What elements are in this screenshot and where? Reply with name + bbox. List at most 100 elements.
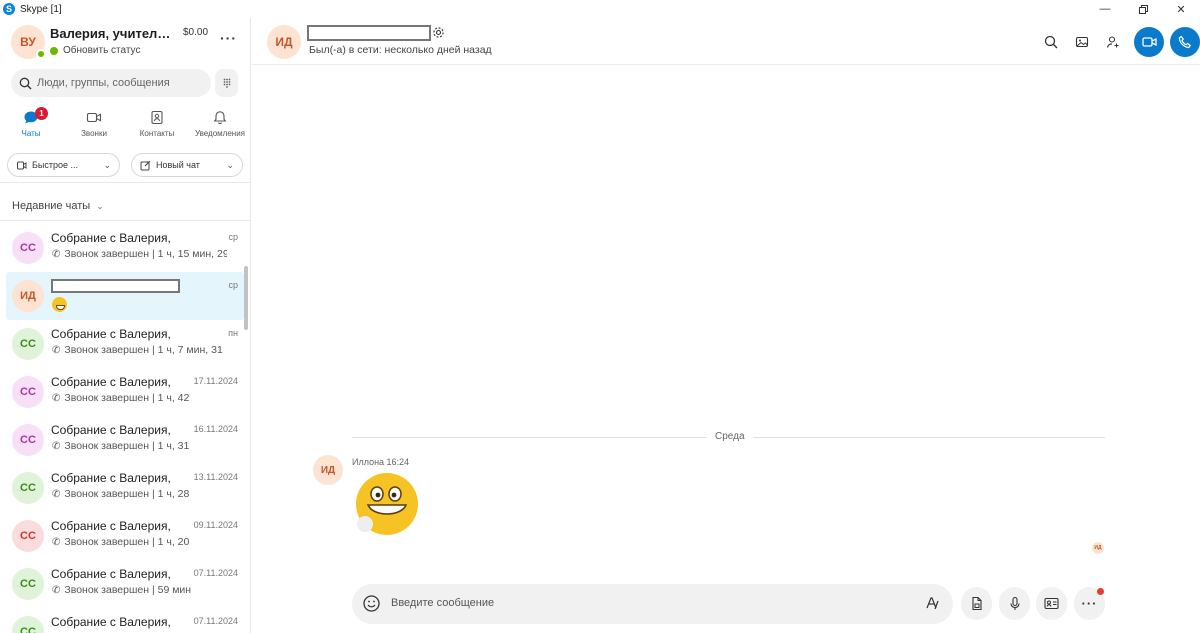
- tab-calls-label: Звонки: [81, 129, 107, 138]
- chat-list-item[interactable]: СС Собрание с Валерия, 07.11.2024: [6, 608, 244, 633]
- divider: [0, 220, 251, 221]
- contact-avatar[interactable]: ИД: [267, 25, 301, 59]
- notification-dot: [1097, 588, 1104, 595]
- chat-date: 09.11.2024: [193, 520, 238, 530]
- chat-last-message-text: Звонок завершен | 59 мин: [64, 584, 192, 596]
- chat-date: 07.11.2024: [193, 568, 238, 578]
- profile-balance[interactable]: $0.00: [183, 27, 208, 38]
- chat-avatar: СС: [12, 424, 44, 456]
- message-sender-avatar[interactable]: ИД: [313, 455, 343, 485]
- message-composer[interactable]: Введите сообщение: [352, 584, 953, 624]
- chat-list-scrollbar[interactable]: [244, 266, 248, 330]
- search-icon: [19, 77, 32, 89]
- profile-name[interactable]: Валерия, учитель м...: [50, 26, 175, 41]
- maximize-button[interactable]: [1124, 0, 1162, 18]
- chat-name: Собрание с Валерия,: [51, 375, 171, 389]
- phone-icon: ✆: [52, 440, 61, 452]
- skype-window: S Skype [1] — ✕ ВУ Валерия, учитель м...…: [0, 0, 1200, 633]
- quick-call-icon: [17, 161, 27, 169]
- phone-icon: ✆: [52, 584, 61, 596]
- chat-avatar: СС: [12, 568, 44, 600]
- share-contact-button[interactable]: [1036, 587, 1067, 620]
- video-camera-icon: [1141, 37, 1157, 47]
- chat-last-message: ✆ Звонок завершен | 1 ч, 31: [52, 440, 227, 452]
- tab-calls[interactable]: Звонки: [64, 110, 124, 138]
- chat-date: 17.11.2024: [193, 376, 238, 386]
- chat-list-item[interactable]: СС Собрание с Валерия, 07.11.2024 ✆ Звоно…: [6, 560, 244, 608]
- minimize-button[interactable]: —: [1086, 0, 1124, 18]
- chats-unread-badge: 1: [35, 107, 48, 120]
- profile-header[interactable]: ВУ Валерия, учитель м... $0.00 Обновить …: [0, 18, 251, 66]
- divider: [0, 182, 251, 183]
- emoji-picker-icon[interactable]: [362, 594, 381, 613]
- gallery-icon: [1075, 36, 1088, 48]
- chat-list-item[interactable]: СС Собрание с Валерия, 16.11.2024 ✆ Звоно…: [6, 416, 244, 464]
- search-icon: [1044, 35, 1057, 49]
- update-status-link[interactable]: Обновить статус: [63, 45, 140, 56]
- tab-contacts[interactable]: Контакты: [127, 110, 187, 138]
- chat-name: Собрание с Валерия,: [51, 327, 171, 341]
- tab-notifications[interactable]: Уведомления: [190, 110, 250, 138]
- chevron-down-icon: ⌄: [96, 201, 104, 211]
- phone-icon: ✆: [52, 248, 61, 260]
- chat-date: 13.11.2024: [193, 472, 238, 482]
- chat-name: Собрание с Валерия,: [51, 471, 171, 485]
- chat-list-item[interactable]: СС Собрание с Валерия, 17.11.2024 ✆ Звоно…: [6, 368, 244, 416]
- nav-tabs: 1 Чаты Звонки Контакты Уведомления: [0, 107, 251, 146]
- chat-last-message-text: Звонок завершен | 1 ч, 28: [64, 488, 190, 500]
- window-controls: — ✕: [1086, 0, 1200, 18]
- quick-call-button[interactable]: Быстрое ... ⌄: [7, 153, 120, 177]
- chat-avatar: СС: [12, 376, 44, 408]
- recent-chats-title: Недавние чаты: [12, 200, 91, 212]
- contacts-icon: [151, 110, 163, 125]
- chat-list-item[interactable]: СС Собрание с Валерия, пн ✆ Звонок заверш…: [6, 320, 244, 368]
- new-chat-button[interactable]: Новый чат ⌄: [131, 153, 243, 177]
- conversation-header: ИД Был(-а) в сети: несколько дней назад: [252, 18, 1200, 65]
- phone-icon: ✆: [52, 344, 61, 356]
- chevron-down-icon: ⌄: [103, 159, 111, 170]
- chat-last-message-text: Звонок завершен | 1 ч, 42: [64, 392, 190, 404]
- chat-last-message: ✆ Звонок завершен | 1 ч, 42: [52, 392, 227, 404]
- chat-list-item[interactable]: СС Собрание с Валерия, ср ✆ Звонок заверш…: [6, 224, 244, 272]
- recent-chats-header[interactable]: Недавние чаты ⌄: [12, 200, 104, 212]
- voice-message-button[interactable]: [999, 587, 1030, 620]
- chat-list-item-selected[interactable]: ИД ср: [6, 272, 244, 320]
- add-people-button[interactable]: [1097, 27, 1128, 57]
- dialpad-icon: [223, 78, 230, 88]
- dialpad-button[interactable]: [215, 69, 238, 97]
- search-conversation-button[interactable]: [1035, 27, 1066, 57]
- redacted-contact-name: [307, 25, 431, 41]
- quick-call-label: Быстрое ...: [32, 160, 79, 170]
- tab-notifications-label: Уведомления: [194, 129, 246, 138]
- chat-last-message-text: Звонок завершен | 1 ч, 31: [64, 440, 190, 452]
- message-meta: Иллона 16:24: [352, 457, 410, 467]
- restore-icon: [1138, 4, 1148, 14]
- tab-chats[interactable]: 1 Чаты: [1, 107, 61, 138]
- redacted-name: [51, 279, 180, 293]
- chat-name: Собрание с Валерия,: [51, 519, 171, 533]
- chat-avatar: СС: [12, 472, 44, 504]
- chat-list-item[interactable]: СС Собрание с Валерия, 09.11.2024 ✆ Звоно…: [6, 512, 244, 560]
- close-button[interactable]: ✕: [1162, 0, 1200, 18]
- search-input[interactable]: Люди, группы, сообщения: [11, 69, 211, 97]
- title-bar: S Skype [1] — ✕: [0, 0, 1200, 18]
- text-format-icon[interactable]: [924, 595, 940, 611]
- video-call-button[interactable]: [1134, 27, 1164, 57]
- skype-logo-icon: S: [3, 3, 15, 15]
- conversation-pane: ИД Был(-а) в сети: несколько дней назад: [252, 18, 1200, 633]
- gear-icon[interactable]: [432, 26, 445, 39]
- phone-icon: ✆: [52, 392, 61, 404]
- chat-list-item[interactable]: СС Собрание с Валерия, 13.11.2024 ✆ Звоно…: [6, 464, 244, 512]
- contact-card-icon: [1044, 597, 1059, 610]
- message-input[interactable]: Введите сообщение: [391, 597, 494, 609]
- audio-call-button[interactable]: [1170, 27, 1200, 57]
- chat-avatar: СС: [12, 328, 44, 360]
- add-user-icon: [1106, 36, 1118, 48]
- gallery-button[interactable]: [1066, 27, 1097, 57]
- sidebar: ВУ Валерия, учитель м... $0.00 Обновить …: [0, 18, 251, 633]
- attach-file-button[interactable]: [961, 587, 992, 620]
- chat-last-message: ✆ Звонок завершен | 1 ч, 20: [52, 536, 227, 548]
- chat-last-message: ✆ Звонок завершен | 59 мин: [52, 584, 227, 596]
- more-options-button[interactable]: ···: [220, 30, 237, 46]
- ellipsis-icon: ···: [1081, 596, 1098, 611]
